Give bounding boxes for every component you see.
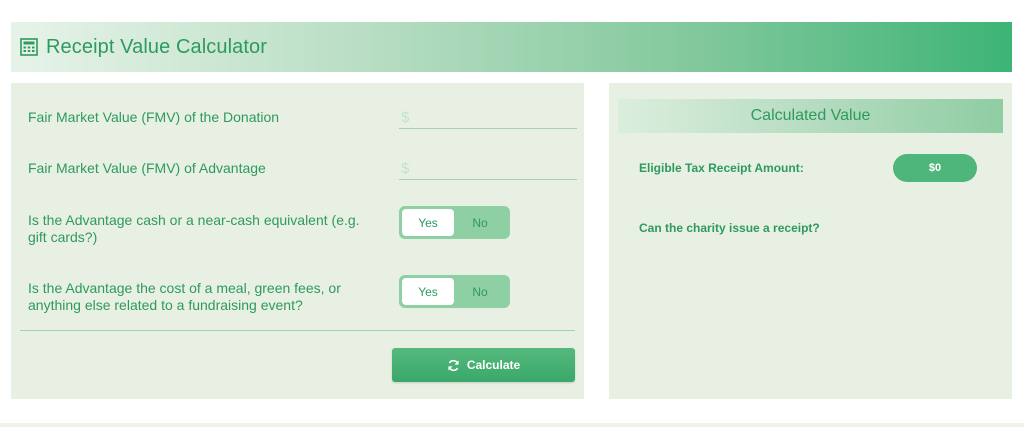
eligible-amount-value: $0 xyxy=(893,154,977,182)
fmv-donation-field[interactable]: $ xyxy=(399,107,595,129)
input-panel: Fair Market Value (FMV) of the Donation … xyxy=(11,83,595,399)
cash-equivalent-yes[interactable]: Yes xyxy=(402,209,454,236)
fmv-advantage-input[interactable] xyxy=(413,160,595,177)
fmv-advantage-label: Fair Market Value (FMV) of Advantage xyxy=(28,160,266,176)
fundraising-event-toggle[interactable]: Yes No xyxy=(399,275,510,308)
page-title: Receipt Value Calculator xyxy=(46,35,268,58)
refresh-icon xyxy=(448,359,459,371)
dollar-prefix: $ xyxy=(401,160,410,177)
fmv-donation-input[interactable] xyxy=(413,109,595,126)
result-panel: Calculated Value Eligible Tax Receipt Am… xyxy=(609,83,1012,399)
dollar-prefix: $ xyxy=(401,109,410,126)
fundraising-event-label: Is the Advantage the cost of a meal, gre… xyxy=(28,280,341,313)
fundraising-event-yes[interactable]: Yes xyxy=(402,278,454,305)
fmv-advantage-field[interactable]: $ xyxy=(399,158,595,180)
form-divider xyxy=(20,330,575,331)
calculator-header: Receipt Value Calculator xyxy=(11,22,1012,72)
cash-equivalent-no[interactable]: No xyxy=(454,209,506,236)
cash-equivalent-toggle[interactable]: Yes No xyxy=(399,206,510,239)
cash-equivalent-label: Is the Advantage cash or a near-cash equ… xyxy=(28,212,360,245)
fundraising-event-no[interactable]: No xyxy=(454,278,506,305)
calculate-label: Calculate xyxy=(466,358,521,372)
fmv-donation-label: Fair Market Value (FMV) of the Donation xyxy=(28,109,280,125)
receipt-question: Can the charity issue a receipt? xyxy=(639,221,820,235)
result-heading: Calculated Value xyxy=(618,99,1003,133)
eligible-amount-label: Eligible Tax Receipt Amount: xyxy=(639,161,804,175)
page-footer-line xyxy=(0,423,1024,427)
calculate-button[interactable]: Calculate xyxy=(392,348,575,382)
calculator-icon xyxy=(20,38,38,56)
